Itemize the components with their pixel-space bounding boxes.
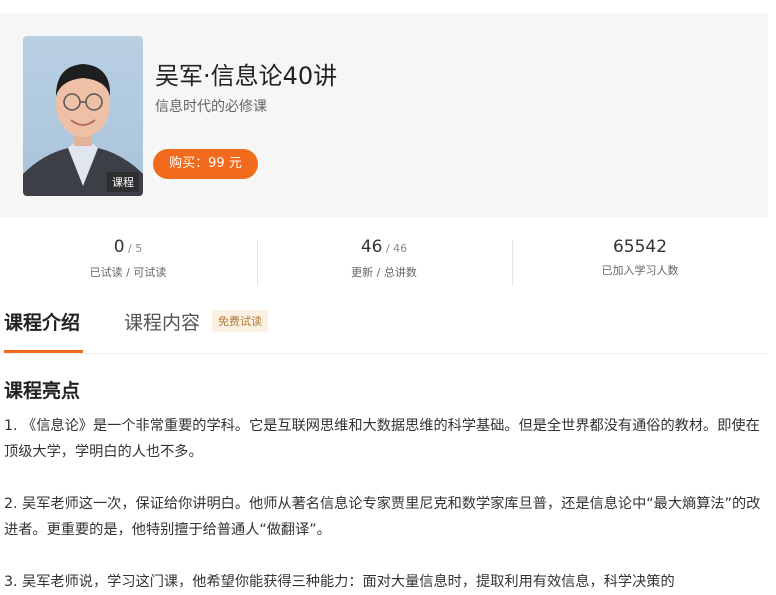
stat-trial-value: 0 xyxy=(113,237,125,257)
tab-divider xyxy=(0,353,768,354)
free-trial-badge: 免费试读 xyxy=(212,310,268,332)
stat-updates: 46 / 46 更新 / 总讲数 xyxy=(256,236,512,280)
section-title: 课程亮点 xyxy=(4,380,81,402)
cover-tag: 课程 xyxy=(107,172,139,192)
course-subtitle: 信息时代的必修课 xyxy=(155,99,267,115)
stat-divider xyxy=(512,240,513,286)
stat-learners-label: 已加入学习人数 xyxy=(601,264,679,277)
highlight-paragraph-3: 3. 吴军老师说，学习这门课，他希望你能获得三种能力：面对大量信息时，提取利用有… xyxy=(4,574,675,590)
stat-divider xyxy=(257,240,258,286)
tab-course-content[interactable]: 课程内容 xyxy=(124,308,200,335)
stat-trial-label: 已试读 / 可试读 xyxy=(89,266,167,279)
buy-button[interactable]: 购买：99 元 xyxy=(153,149,258,179)
stat-updates-label: 更新 / 总讲数 xyxy=(351,266,417,279)
stat-trial: 0 / 5 已试读 / 可试读 xyxy=(0,236,256,280)
course-cover-image[interactable]: 课程 xyxy=(23,36,143,196)
course-title: 吴军·信息论40讲 xyxy=(155,62,338,90)
stat-learners-value: 65542 xyxy=(612,237,668,257)
stat-trial-total: / 5 xyxy=(124,242,143,255)
stat-updates-value: 46 xyxy=(360,237,383,257)
stats-row: 0 / 5 已试读 / 可试读 46 / 46 更新 / 总讲数 65542 已… xyxy=(0,236,768,286)
highlight-paragraph-1: 1. 《信息论》是一个非常重要的学科。它是互联网思维和大数据思维的科学基础。但是… xyxy=(4,418,760,460)
tab-course-intro[interactable]: 课程介绍 xyxy=(4,308,80,335)
highlight-paragraph-2: 2. 吴军老师这一次，保证给你讲明白。他师从著名信息论专家贾里尼克和数学家库旦普… xyxy=(4,496,761,538)
stat-learners: 65542 已加入学习人数 xyxy=(512,236,768,278)
stat-updates-total: / 46 xyxy=(382,242,408,255)
